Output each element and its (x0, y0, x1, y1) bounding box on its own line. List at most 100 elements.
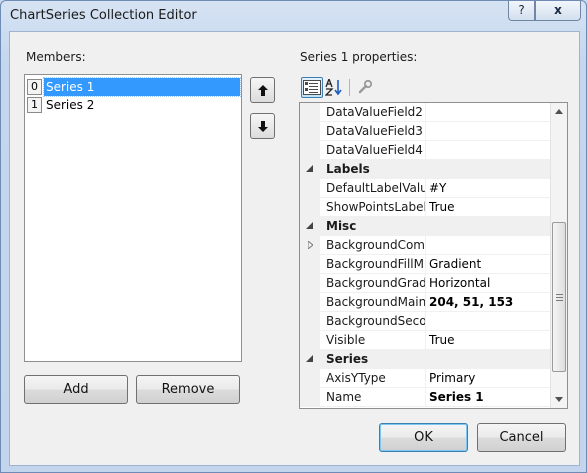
row-margin (300, 103, 320, 122)
alphabetical-button[interactable] (324, 77, 346, 98)
add-button[interactable]: Add (24, 375, 128, 404)
properties-label: Series 1 properties: (300, 50, 418, 64)
property-row-showpointslabels[interactable]: ShowPointsLabels True (300, 198, 550, 217)
row-margin (300, 331, 320, 350)
collapse-icon[interactable] (306, 222, 313, 229)
property-value[interactable] (426, 122, 550, 141)
property-grid: DataValueField2 DataValueField3 DataValueF… (299, 102, 568, 409)
property-value[interactable]: Primary (426, 369, 550, 388)
move-down-button[interactable] (250, 113, 275, 139)
help-button[interactable]: ? (508, 1, 535, 21)
cancel-button[interactable]: Cancel (477, 423, 566, 452)
arrow-up-icon (258, 85, 268, 96)
member-name: Series 1 (43, 77, 241, 97)
window-title: ChartSeries Collection Editor (10, 8, 197, 23)
categorized-icon (303, 80, 321, 95)
property-row-backgroundcom[interactable]: BackgroundCom (300, 236, 550, 255)
row-margin (300, 388, 320, 407)
category-margin (300, 350, 320, 369)
collapse-icon[interactable] (306, 165, 313, 172)
property-row-datavaluefield4[interactable]: DataValueField4 (300, 141, 550, 160)
property-row-datavaluefield3[interactable]: DataValueField3 (300, 122, 550, 141)
property-name: ShowPointsLabels (320, 198, 426, 217)
member-item-series-1[interactable]: 0 Series 1 (26, 77, 241, 97)
property-row-backgroundgrad[interactable]: BackgroundGrad Horizontal (300, 274, 550, 293)
row-margin (300, 369, 320, 388)
sort-alphabetical-icon (325, 79, 342, 96)
toolbar-separator (349, 79, 350, 96)
scroll-down-icon[interactable] (555, 397, 563, 402)
collapse-icon[interactable] (306, 355, 313, 362)
property-row-defaultlabelvalue[interactable]: DefaultLabelValue #Y (300, 179, 550, 198)
grip-icon (556, 294, 563, 301)
row-margin (300, 312, 320, 331)
property-category-labels[interactable]: Labels (300, 160, 550, 179)
row-margin (300, 141, 320, 160)
property-name: BackgroundFillM (320, 255, 426, 274)
category-label: Labels (320, 160, 550, 179)
property-row-backgroundfillm[interactable]: BackgroundFillM Gradient (300, 255, 550, 274)
row-margin (300, 274, 320, 293)
row-margin (300, 122, 320, 141)
property-name: DefaultLabelValue (320, 179, 426, 198)
property-value[interactable] (426, 103, 550, 122)
row-margin (300, 179, 320, 198)
member-index: 0 (27, 79, 42, 95)
property-name: DataValueField4 (320, 141, 426, 160)
property-value[interactable]: True (426, 198, 550, 217)
property-category-series[interactable]: Series (300, 350, 550, 369)
category-label: Misc (320, 217, 550, 236)
property-row-datavaluefield2[interactable]: DataValueField2 (300, 103, 550, 122)
remove-button[interactable]: Remove (136, 375, 240, 404)
scroll-up-icon[interactable] (555, 109, 563, 114)
title-bar[interactable]: ChartSeries Collection Editor ? x (1, 1, 586, 31)
property-name: BackgroundSeco (320, 312, 426, 331)
property-name: DataValueField2 (320, 103, 426, 122)
members-label: Members: (26, 50, 86, 64)
ok-button[interactable]: OK (379, 423, 468, 452)
move-up-button[interactable] (250, 77, 275, 103)
property-row-visible[interactable]: Visible True (300, 331, 550, 350)
row-margin (300, 293, 320, 312)
property-value[interactable]: True (426, 331, 550, 350)
wrench-icon (358, 79, 373, 94)
row-margin (300, 255, 320, 274)
property-row-name[interactable]: Name Series 1 (300, 388, 550, 407)
members-list[interactable]: 0 Series 1 1 Series 2 (24, 74, 242, 362)
member-item-series-2[interactable]: 1 Series 2 (26, 96, 240, 114)
property-value[interactable]: #Y (426, 179, 550, 198)
property-name: BackgroundGrad (320, 274, 426, 293)
property-value[interactable] (426, 312, 550, 331)
dialog-client: Members: 0 Series 1 1 Series 2 Add Remov… (9, 31, 580, 466)
scroll-thumb[interactable] (552, 222, 566, 372)
property-grid-toolbar (299, 76, 549, 100)
category-label: Series (320, 350, 550, 369)
property-name: BackgroundMain (320, 293, 426, 312)
property-name: AxisYType (320, 369, 426, 388)
property-row-axisytype[interactable]: AxisYType Primary (300, 369, 550, 388)
property-name: DataValueField3 (320, 122, 426, 141)
close-button[interactable]: x (535, 1, 581, 21)
category-margin (300, 160, 320, 179)
property-value[interactable]: 204, 51, 153 (426, 293, 550, 312)
member-index: 1 (27, 97, 42, 113)
property-grid-scrollbar[interactable] (550, 103, 567, 408)
property-value[interactable]: Horizontal (426, 274, 550, 293)
property-value[interactable] (426, 141, 550, 160)
property-name: Visible (320, 331, 426, 350)
expand-icon[interactable] (308, 241, 313, 249)
member-name: Series 2 (46, 98, 95, 112)
property-row-backgroundmain[interactable]: BackgroundMain 204, 51, 153 (300, 293, 550, 312)
property-row-backgroundseco[interactable]: BackgroundSeco (300, 312, 550, 331)
property-value[interactable]: Series 1 (426, 388, 550, 407)
property-value[interactable]: Gradient (426, 255, 550, 274)
row-margin (300, 236, 320, 255)
property-pages-button[interactable] (354, 77, 376, 98)
categorized-button[interactable] (301, 77, 323, 98)
property-value[interactable] (426, 236, 550, 255)
property-name: Name (320, 388, 426, 407)
property-category-misc[interactable]: Misc (300, 217, 550, 236)
collection-editor-window: ChartSeries Collection Editor ? x Member… (0, 0, 587, 473)
row-margin (300, 198, 320, 217)
category-margin (300, 217, 320, 236)
